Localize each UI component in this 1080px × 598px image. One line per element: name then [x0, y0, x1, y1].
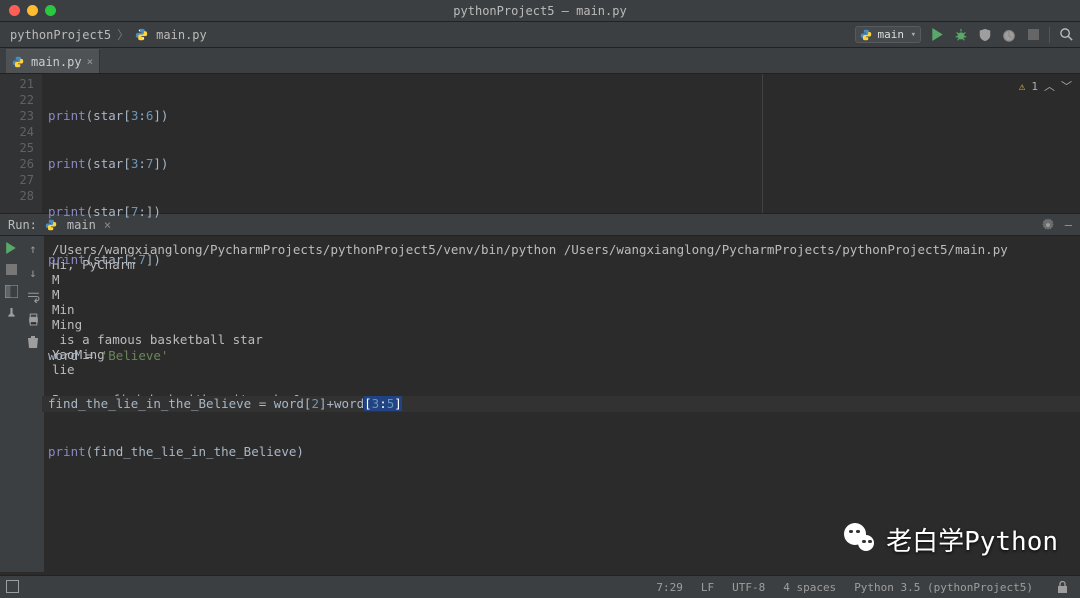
line-number: 21	[0, 76, 34, 92]
warning-count: 1	[1031, 80, 1038, 93]
python-file-icon	[12, 56, 24, 68]
token: print	[48, 204, 86, 219]
token: 7	[131, 204, 139, 219]
readonly-lock-icon[interactable]	[1057, 581, 1068, 593]
token: find_the_lie_in_the_Believe	[93, 444, 296, 459]
token: 7	[138, 252, 146, 267]
run-config-label: main	[878, 28, 905, 41]
token: +	[327, 396, 335, 411]
line-number: 26	[0, 156, 34, 172]
editor[interactable]: 21 22 23 24 25 26 27 28 print(star[3:6])…	[0, 74, 1080, 213]
line-number: 28	[0, 188, 34, 204]
coverage-button[interactable]	[977, 27, 993, 43]
run-button[interactable]	[929, 27, 945, 43]
breadcrumb-project[interactable]: pythonProject5	[10, 28, 111, 42]
scroll-down-icon[interactable]: ↓	[29, 266, 36, 280]
warning-icon: ⚠	[1019, 80, 1026, 93]
breadcrumb[interactable]: pythonProject5 〉 main.py	[10, 26, 207, 43]
token: 3	[131, 156, 139, 171]
selection: [3:5]	[364, 396, 402, 411]
profiler-button[interactable]	[1001, 27, 1017, 43]
python-icon	[860, 29, 872, 41]
token: 'Believe'	[101, 348, 169, 363]
breadcrumb-file[interactable]: main.py	[156, 28, 207, 42]
code-area[interactable]: print(star[3:6]) print(star[3:7]) print(…	[42, 74, 1080, 213]
token: word	[334, 396, 364, 411]
token: star	[93, 108, 123, 123]
status-bar: 7:29 LF UTF-8 4 spaces Python 3.5 (pytho…	[0, 575, 1080, 598]
stop-button[interactable]	[1025, 27, 1041, 43]
file-encoding[interactable]: UTF-8	[732, 581, 765, 594]
pin-icon[interactable]	[5, 308, 18, 321]
top-toolbar: main	[855, 26, 1075, 43]
token: 5	[387, 396, 395, 411]
nav-toolbar: pythonProject5 〉 main.py main	[0, 22, 1080, 48]
rerun-icon[interactable]	[5, 242, 17, 254]
token: star	[93, 204, 123, 219]
token: print	[48, 156, 86, 171]
line-number: 24	[0, 124, 34, 140]
line-separator[interactable]: LF	[701, 581, 714, 594]
token: star	[93, 156, 123, 171]
watermark-text: 老白学Python	[886, 521, 1058, 558]
soft-wrap-icon[interactable]	[27, 290, 40, 303]
token: print	[48, 108, 86, 123]
close-window-button[interactable]	[9, 5, 20, 16]
run-left-toolbar	[0, 236, 22, 572]
scroll-up-icon[interactable]: ↑	[29, 242, 36, 256]
tab-label: main.py	[31, 55, 82, 69]
cursor-position[interactable]: 7:29	[656, 581, 683, 594]
gutter: 21 22 23 24 25 26 27 28	[0, 74, 42, 213]
wechat-icon	[844, 523, 878, 557]
token: =	[259, 396, 267, 411]
token: 7	[146, 156, 154, 171]
token: find_the_lie_in_the_Believe	[48, 396, 251, 411]
stop-icon[interactable]	[6, 264, 17, 275]
next-highlight-icon[interactable]: ﹀	[1061, 78, 1072, 94]
python-interpreter[interactable]: Python 3.5 (pythonProject5)	[854, 581, 1033, 594]
token: =	[86, 348, 94, 363]
line-number: 23	[0, 108, 34, 124]
window-controls	[9, 5, 56, 16]
search-icon[interactable]	[1058, 27, 1074, 43]
trash-icon[interactable]	[27, 336, 39, 349]
token: star	[93, 252, 123, 267]
run-console-toolbar: ↑ ↓	[22, 236, 44, 572]
prev-highlight-icon[interactable]: ︿	[1044, 78, 1055, 94]
token: 3	[131, 108, 139, 123]
token: word	[48, 348, 78, 363]
breadcrumb-sep: 〉	[117, 26, 129, 43]
editor-tab-main[interactable]: main.py ×	[6, 49, 100, 73]
tab-close-icon[interactable]: ×	[87, 55, 94, 68]
indent-settings[interactable]: 4 spaces	[783, 581, 836, 594]
print-icon[interactable]	[27, 313, 40, 326]
token: 2	[311, 396, 319, 411]
maximize-window-button[interactable]	[45, 5, 56, 16]
run-label: Run:	[8, 218, 37, 232]
python-file-icon	[135, 28, 148, 41]
toolwindows-toggle-icon[interactable]	[6, 580, 19, 593]
token: word	[274, 396, 304, 411]
token: 6	[146, 108, 154, 123]
token: print	[48, 252, 86, 267]
token: print	[48, 444, 86, 459]
inspection-indicator[interactable]: ⚠ 1 ︿ ﹀	[1019, 78, 1072, 94]
line-number: 25	[0, 140, 34, 156]
line-number: 27	[0, 172, 34, 188]
window-title: pythonProject5 – main.py	[453, 4, 626, 18]
minimize-window-button[interactable]	[27, 5, 38, 16]
token: 3	[372, 396, 380, 411]
line-number: 22	[0, 92, 34, 108]
layout-icon[interactable]	[5, 285, 18, 298]
run-config-selector[interactable]: main	[855, 26, 922, 43]
debug-button[interactable]	[953, 27, 969, 43]
watermark: 老白学Python	[844, 521, 1058, 558]
titlebar: pythonProject5 – main.py	[0, 0, 1080, 22]
toolbar-separator	[1049, 27, 1050, 43]
editor-tabs: main.py ×	[0, 48, 1080, 74]
